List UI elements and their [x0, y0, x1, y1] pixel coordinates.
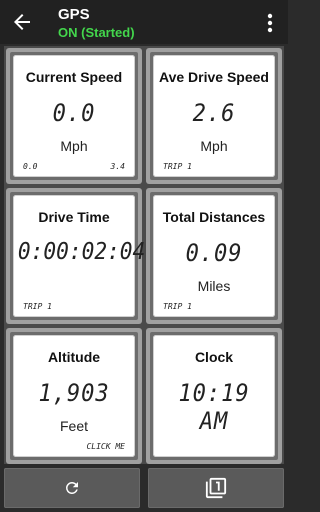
tile-total-distances[interactable]: Total Distances 0.09 Miles TRIP 1: [146, 188, 282, 324]
tile-face: Total Distances 0.09 Miles TRIP 1: [153, 195, 275, 317]
tile-trip-label: TRIP 1: [23, 302, 52, 311]
refresh-icon: [65, 482, 78, 494]
tile-ave-drive-speed[interactable]: Ave Drive Speed 2.6 Mph TRIP 1: [146, 48, 282, 184]
tile-min-value: 0.0: [23, 162, 38, 171]
tile-label: Clock: [194, 349, 234, 365]
app-bar: GPS ON (Started): [0, 0, 288, 44]
tile-face: Altitude 1,903 Feet CLICK ME: [13, 335, 135, 457]
tile-drive-time[interactable]: Drive Time 0:00:02:04 TRIP 1: [6, 188, 146, 324]
tile-unit: Mph: [60, 138, 88, 154]
tile-unit: Feet: [59, 418, 88, 434]
tile-face: Current Speed 0.0 Mph 0.0 3.4: [13, 55, 135, 177]
tile-clock[interactable]: Clock 10:19 AM: [146, 328, 282, 464]
tile-label: Altitude: [47, 349, 101, 365]
tile-trip-label: TRIP 1: [163, 302, 192, 311]
click-me-hint[interactable]: CLICK ME: [86, 442, 125, 451]
tile-current-speed[interactable]: Current Speed 0.0 Mph 0.0 3.4: [6, 48, 142, 184]
tile-unit: Mph: [200, 138, 228, 154]
tile-face: Clock 10:19 AM: [153, 335, 275, 457]
tile-trip-label: TRIP 1: [163, 162, 192, 171]
tile-face: Ave Drive Speed 2.6 Mph TRIP 1: [153, 55, 275, 177]
filter-1-icon: [205, 477, 227, 499]
tile-label: Drive Time: [38, 209, 110, 225]
more-vert-icon[interactable]: [260, 12, 280, 34]
tile-value: 0.0: [52, 99, 96, 127]
tile-value: 2.6: [192, 99, 236, 127]
tile-value: 1,903: [38, 379, 110, 407]
tile-unit: Miles: [197, 278, 231, 294]
tile-label: Current Speed: [25, 69, 123, 85]
tile-altitude[interactable]: Altitude 1,903 Feet CLICK ME: [6, 328, 142, 464]
tile-value: 0:00:02:04: [17, 239, 146, 265]
tile-value: 0.09: [185, 239, 243, 267]
status-text: ON (Started): [58, 25, 135, 40]
page-toggle-button[interactable]: [148, 468, 284, 508]
arrow-left-icon[interactable]: [10, 10, 34, 34]
tile-value: 10:19 AM: [178, 379, 250, 435]
refresh-button[interactable]: [4, 468, 140, 508]
tile-grid: Current Speed 0.0 Mph 0.0 3.4 Ave Drive …: [4, 46, 284, 464]
tile-max-value: 3.4: [110, 162, 125, 171]
app-title: GPS: [58, 6, 90, 23]
tile-label: Total Distances: [162, 209, 266, 225]
tile-label: Ave Drive Speed: [159, 69, 269, 85]
tile-face: Drive Time 0:00:02:04 TRIP 1: [13, 195, 146, 317]
